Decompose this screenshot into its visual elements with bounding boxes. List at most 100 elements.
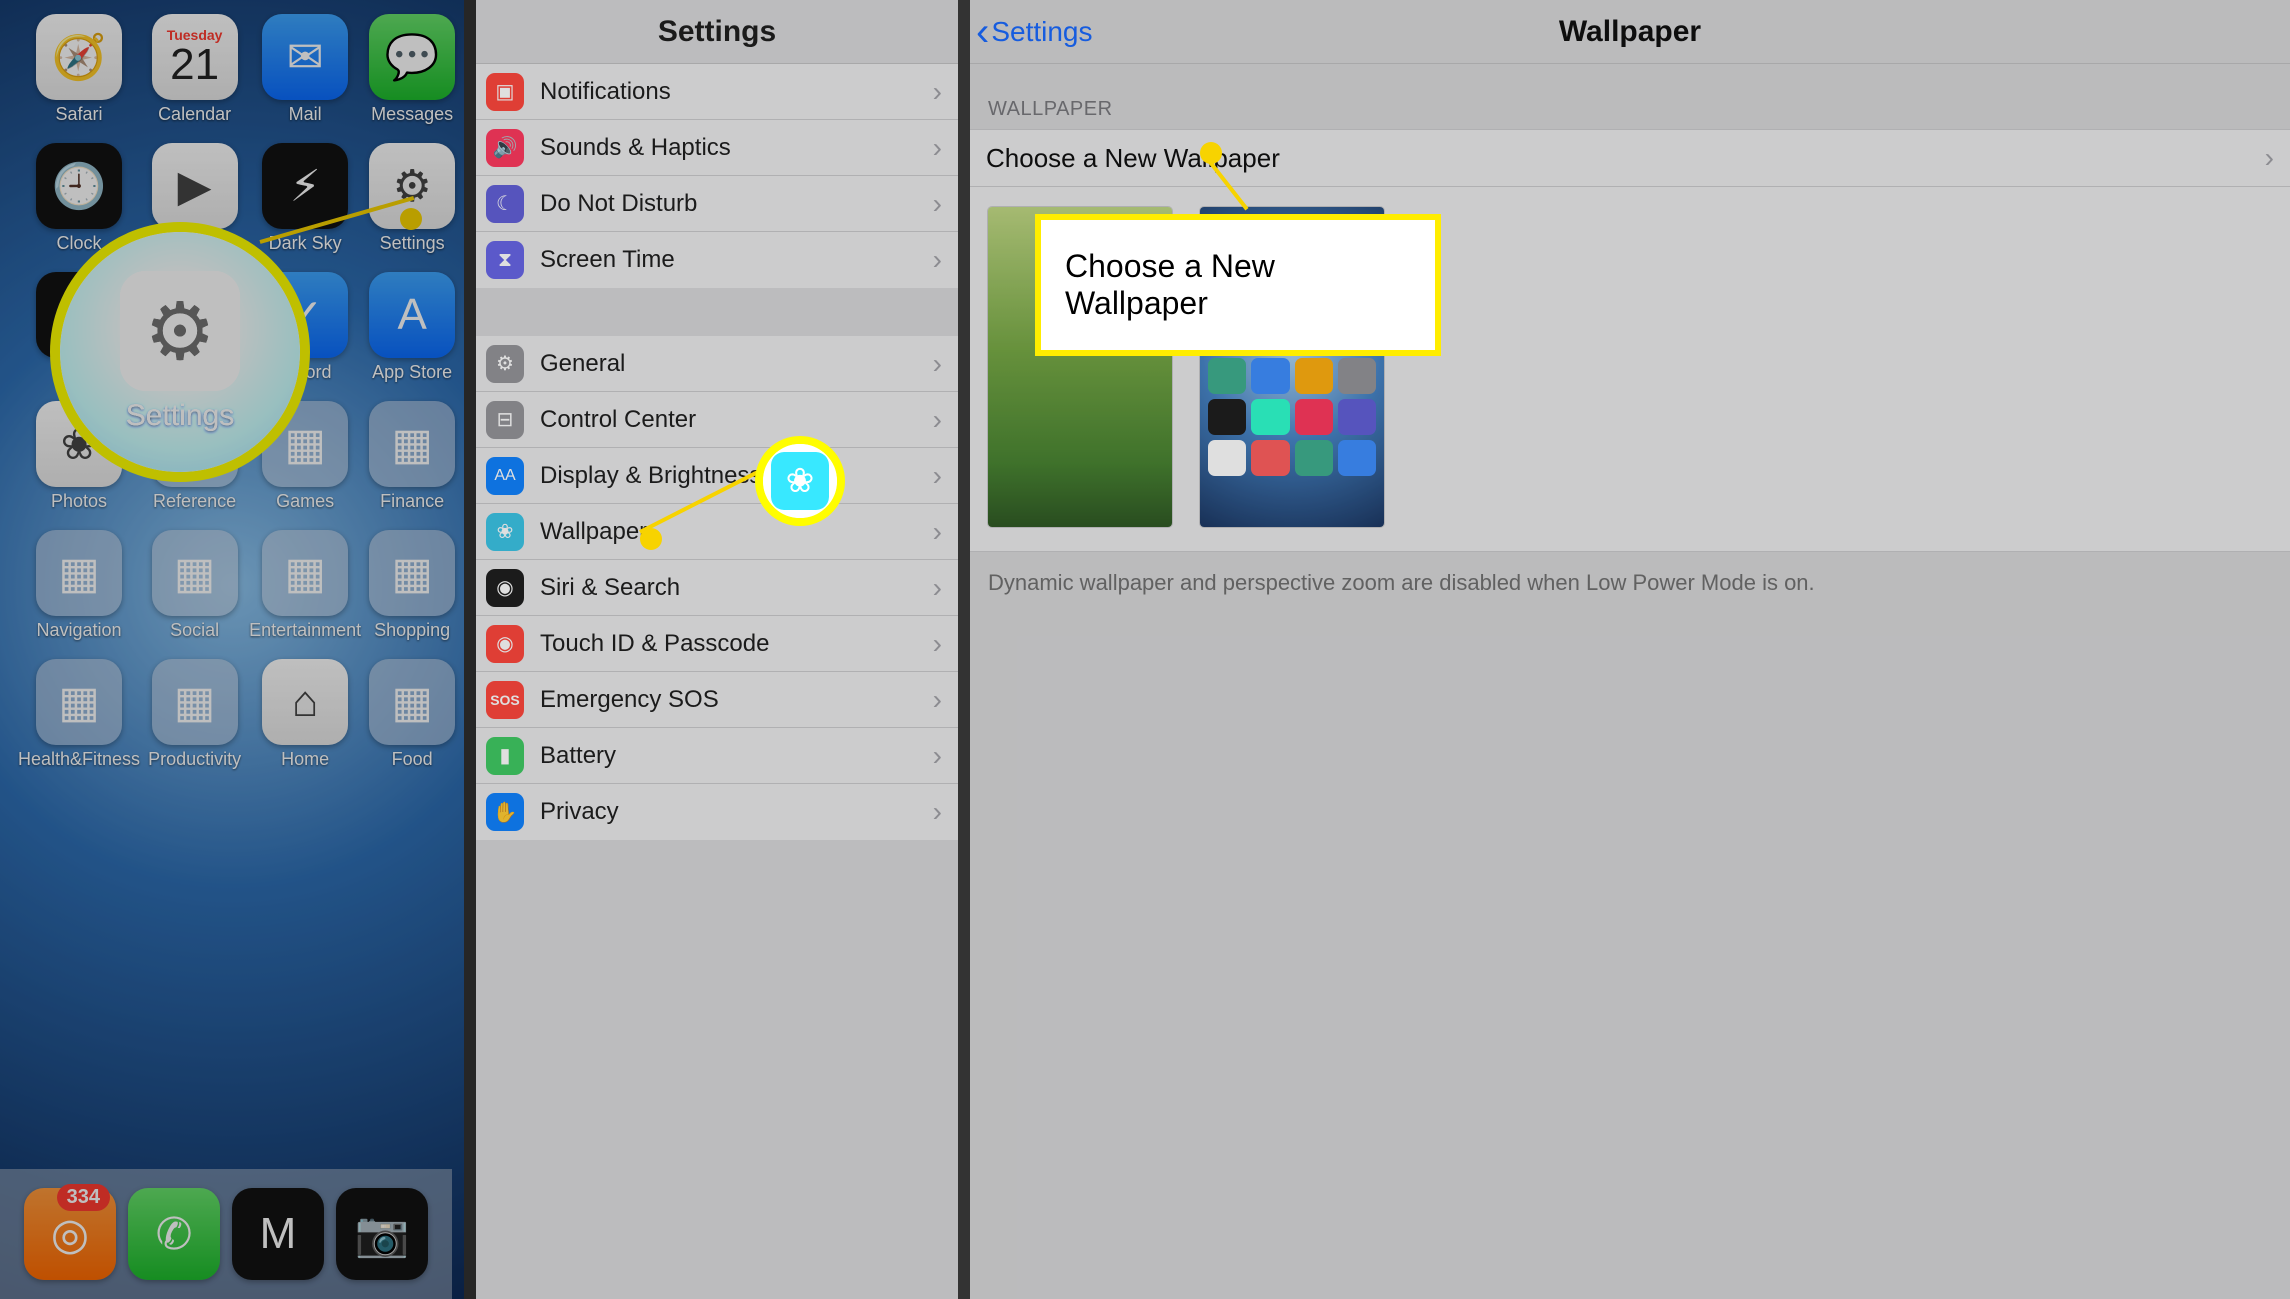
settings-row-battery[interactable]: ▮Battery› bbox=[476, 728, 958, 784]
settings-row-notifications[interactable]: ▣ Notifications› bbox=[476, 64, 958, 120]
screen-time-icon: ⧗ bbox=[486, 241, 524, 279]
display-brightness-icon: AA bbox=[486, 457, 524, 495]
app-food[interactable]: ▦Food bbox=[369, 659, 455, 770]
settings-row-control-center[interactable]: ⊟Control Center› bbox=[476, 392, 958, 448]
settings-row-siri-search[interactable]: ◉Siri & Search› bbox=[476, 560, 958, 616]
dark-sky-icon: ⚡︎ bbox=[262, 143, 348, 229]
chevron-right-icon: › bbox=[933, 460, 942, 492]
app-app-store[interactable]: AApp Store bbox=[369, 272, 455, 383]
chevron-right-icon: › bbox=[933, 348, 942, 380]
app-label: Home bbox=[281, 749, 329, 770]
chevron-left-icon: ‹ bbox=[976, 12, 989, 52]
app-label: Shopping bbox=[374, 620, 450, 641]
settings-row-sounds-haptics[interactable]: 🔊Sounds & Haptics› bbox=[476, 120, 958, 176]
mini-app-icon bbox=[1251, 358, 1289, 394]
clock-icon: 🕘 bbox=[36, 143, 122, 229]
productivity-icon: ▦ bbox=[152, 659, 238, 745]
messages-icon: 💬 bbox=[369, 14, 455, 100]
control-center-icon: ⊟ bbox=[486, 401, 524, 439]
dock-app-movies[interactable]: M bbox=[232, 1188, 324, 1280]
row-label: Wallpaper bbox=[540, 518, 933, 546]
mini-app-icon bbox=[1338, 358, 1376, 394]
app-productivity[interactable]: ▦Productivity bbox=[148, 659, 241, 770]
settings-row-screen-time[interactable]: ⧗Screen Time› bbox=[476, 232, 958, 288]
choose-new-wallpaper-row[interactable]: Choose a New Wallpaper › bbox=[970, 129, 2290, 187]
app-label: Social bbox=[170, 620, 219, 641]
food-icon: ▦ bbox=[369, 659, 455, 745]
calendar-icon: Tuesday21 bbox=[152, 14, 238, 100]
mini-app-icon bbox=[1338, 440, 1376, 476]
section-header: WALLPAPER bbox=[970, 64, 2290, 129]
app-label: Calendar bbox=[158, 104, 231, 125]
touch-id-passcode-icon: ◉ bbox=[486, 625, 524, 663]
back-button[interactable]: ‹ Settings bbox=[976, 12, 1093, 52]
annotation-dot bbox=[400, 208, 422, 230]
app-health-fitness[interactable]: ▦Health&Fitness bbox=[18, 659, 140, 770]
chevron-right-icon: › bbox=[933, 796, 942, 828]
app-entertainment[interactable]: ▦Entertainment bbox=[249, 530, 361, 641]
settings-row-privacy[interactable]: ✋Privacy› bbox=[476, 784, 958, 840]
app-home[interactable]: ⌂Home bbox=[249, 659, 361, 770]
mini-app-icon bbox=[1295, 358, 1333, 394]
safari-icon: 🧭 bbox=[36, 14, 122, 100]
chevron-right-icon: › bbox=[933, 76, 942, 108]
row-label: Do Not Disturb bbox=[540, 190, 933, 218]
app-navigation[interactable]: ▦Navigation bbox=[18, 530, 140, 641]
settings-row-general[interactable]: ⚙︎General› bbox=[476, 336, 958, 392]
dock-app-phone[interactable]: ✆ bbox=[128, 1188, 220, 1280]
chevron-right-icon: › bbox=[933, 684, 942, 716]
app-label: Mail bbox=[289, 104, 322, 125]
mini-app-icon bbox=[1208, 358, 1246, 394]
app-label: Entertainment bbox=[249, 620, 361, 641]
nav-bar: ‹ Settings Wallpaper bbox=[970, 0, 2290, 64]
row-label: Privacy bbox=[540, 798, 933, 826]
notifications-icon: ▣ bbox=[486, 73, 524, 111]
general-icon: ⚙︎ bbox=[486, 345, 524, 383]
row-label: Battery bbox=[540, 742, 933, 770]
row-label: Notifications bbox=[540, 78, 933, 106]
row-label: Display & Brightness bbox=[540, 462, 933, 490]
zoom-highlight-settings: ⚙︎ Settings bbox=[50, 222, 310, 482]
settings-row-touch-id-passcode[interactable]: ◉ Touch ID & Passcode› bbox=[476, 616, 958, 672]
phone-icon: ✆ bbox=[128, 1188, 220, 1280]
settings-row-wallpaper[interactable]: ❀Wallpaper› bbox=[476, 504, 958, 560]
app-social[interactable]: ▦ Social bbox=[148, 530, 241, 641]
chevron-right-icon: › bbox=[933, 628, 942, 660]
social-icon: ▦ bbox=[152, 530, 238, 616]
zoom-label: Settings bbox=[126, 399, 234, 433]
app-label: Photos bbox=[51, 491, 107, 512]
shopping-icon: ▦ bbox=[369, 530, 455, 616]
dock-app-camera[interactable]: 📷 bbox=[336, 1188, 428, 1280]
chevron-right-icon: › bbox=[933, 740, 942, 772]
callout-choose-new-wallpaper: Choose a New Wallpaper bbox=[1035, 214, 1441, 356]
annotation-dot bbox=[1200, 142, 1222, 164]
row-label: Sounds & Haptics bbox=[540, 134, 933, 162]
emergency-sos-icon: SOS bbox=[486, 681, 524, 719]
health-fitness-icon: ▦ bbox=[36, 659, 122, 745]
app-messages[interactable]: 💬Messages bbox=[369, 14, 455, 125]
app-mail[interactable]: ✉︎Mail bbox=[249, 14, 361, 125]
movies-icon: M bbox=[232, 1188, 324, 1280]
app-label: Navigation bbox=[37, 620, 122, 641]
nav-title: Settings bbox=[476, 0, 958, 64]
wallpaper-icon: ❀ bbox=[486, 513, 524, 551]
annotation-dot bbox=[640, 528, 662, 550]
mini-app-icon bbox=[1295, 440, 1333, 476]
settings-row-display-brightness[interactable]: AA Display & Brightness› bbox=[476, 448, 958, 504]
app-shopping[interactable]: ▦ Shopping bbox=[369, 530, 455, 641]
dock-app-overcast[interactable]: ◎334 bbox=[24, 1188, 116, 1280]
settings-list-panel: Settings ▣Notifications›🔊Sounds & Haptic… bbox=[476, 0, 970, 1299]
do-not-disturb-icon: ☾ bbox=[486, 185, 524, 223]
choose-label: Choose a New Wallpaper bbox=[986, 143, 1280, 174]
row-label: Touch ID & Passcode bbox=[540, 630, 933, 658]
app-calendar[interactable]: Tuesday21 Calendar bbox=[148, 14, 241, 125]
chevron-right-icon: › bbox=[933, 188, 942, 220]
settings-row-emergency-sos[interactable]: SOS Emergency SOS› bbox=[476, 672, 958, 728]
row-label: Emergency SOS bbox=[540, 686, 933, 714]
finance-icon: ▦ bbox=[369, 401, 455, 487]
settings-row-do-not-disturb[interactable]: ☾ Do Not Disturb› bbox=[476, 176, 958, 232]
chevron-right-icon: › bbox=[933, 244, 942, 276]
app-finance[interactable]: ▦Finance bbox=[369, 401, 455, 512]
app-label: Games bbox=[276, 491, 334, 512]
app-safari[interactable]: 🧭Safari bbox=[18, 14, 140, 125]
